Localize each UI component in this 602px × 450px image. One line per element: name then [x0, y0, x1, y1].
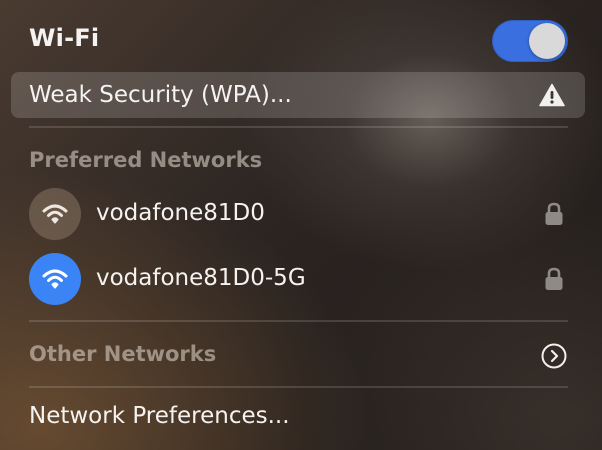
chevron-right-circle-icon[interactable] — [541, 343, 567, 369]
lock-icon — [543, 201, 565, 227]
preferred-networks-header: Preferred Networks — [29, 148, 263, 172]
network-name: vodafone81D0-5G — [96, 265, 306, 291]
wifi-title: Wi-Fi — [29, 24, 100, 52]
warning-triangle-icon — [539, 83, 565, 107]
network-preferences-item[interactable]: Network Preferences... — [29, 403, 290, 429]
current-network-row[interactable]: Weak Security (WPA)... — [11, 72, 585, 118]
divider — [29, 386, 568, 388]
wifi-icon — [29, 253, 81, 305]
network-name: vodafone81D0 — [96, 200, 265, 226]
other-networks-label: Other Networks — [29, 342, 217, 366]
network-row-vodafone81D0-5G[interactable]: vodafone81D0-5G — [0, 253, 602, 309]
divider — [29, 126, 568, 128]
lock-icon — [543, 266, 565, 292]
wifi-menu: Wi-Fi Weak Security (WPA)... Preferred N… — [0, 0, 602, 450]
wifi-toggle[interactable] — [492, 20, 568, 62]
network-row-vodafone81D0[interactable]: vodafone81D0 — [0, 188, 602, 244]
other-networks-row[interactable]: Other Networks — [0, 336, 602, 376]
wifi-icon — [29, 188, 81, 240]
divider — [29, 320, 568, 322]
current-network-label: Weak Security (WPA)... — [29, 82, 292, 108]
toggle-knob — [529, 23, 565, 59]
